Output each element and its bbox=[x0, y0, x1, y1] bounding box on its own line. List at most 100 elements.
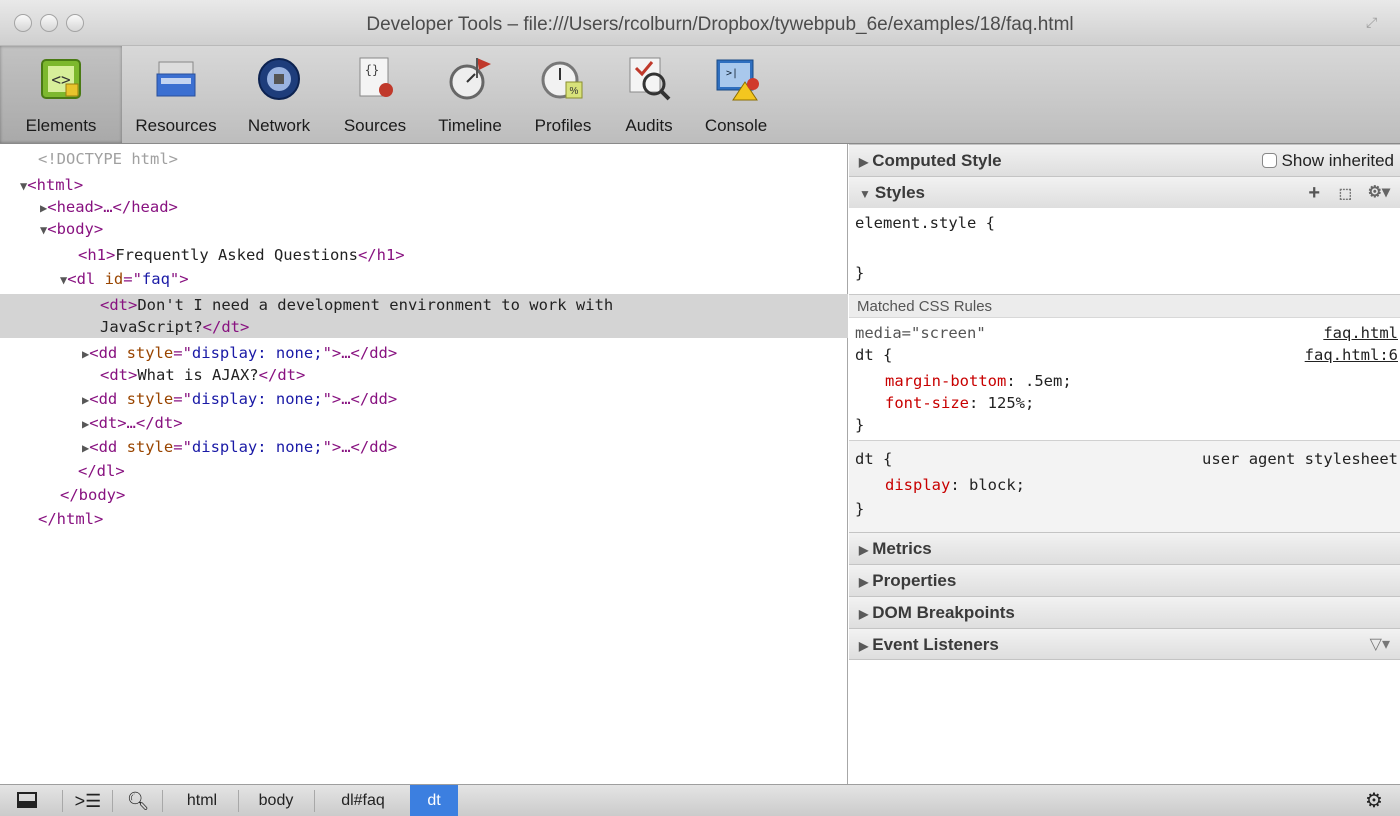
tab-console[interactable]: >| Console bbox=[692, 46, 780, 143]
sources-icon: {} bbox=[359, 57, 393, 97]
css-property-value: : .5em; bbox=[1006, 372, 1072, 390]
toggle-element-state-icon[interactable]: ⬚ bbox=[1339, 177, 1352, 209]
node-text: JavaScript? bbox=[100, 318, 203, 336]
node-tag: <dt> bbox=[100, 366, 138, 384]
node-text: What is AJAX? bbox=[137, 366, 259, 384]
settings-gear-icon[interactable]: ⚙▾ bbox=[1368, 177, 1390, 209]
attr-name: style bbox=[126, 344, 174, 362]
element-style-selector[interactable]: element.style { bbox=[855, 212, 995, 234]
breadcrumb-dt[interactable]: dt bbox=[410, 785, 458, 816]
node-tag: "> bbox=[169, 270, 189, 288]
element-style-close: } bbox=[855, 264, 865, 282]
node-tag: </body> bbox=[60, 486, 126, 504]
css-property-name: margin-bottom bbox=[885, 372, 1007, 390]
dom-node-head[interactable]: ▶<head>…</head> bbox=[40, 196, 178, 218]
breadcrumb-body[interactable]: body bbox=[240, 785, 312, 816]
node-tag: </dt> bbox=[202, 318, 250, 336]
dom-tree-panel[interactable]: <!DOCTYPE html> ▼<html> ▶<head>…</head> … bbox=[0, 144, 848, 784]
breadcrumb-dl-faq[interactable]: dl#faq bbox=[318, 785, 408, 816]
attr-name: style bbox=[126, 390, 174, 408]
tab-network[interactable]: Network bbox=[232, 46, 326, 143]
rule-close-brace: } bbox=[855, 500, 865, 518]
svg-text:%: % bbox=[570, 86, 579, 97]
rule-property-line[interactable]: margin-bottom: .5em; bbox=[885, 370, 1072, 392]
tab-sources-label: Sources bbox=[343, 116, 407, 135]
rule-source-link[interactable]: faq.html bbox=[1323, 322, 1398, 344]
tab-console-label: Console bbox=[704, 116, 768, 135]
tab-timeline-label: Timeline bbox=[438, 116, 502, 135]
dom-node-dd[interactable]: ▶<dd style="display: none;">…</dd> bbox=[82, 342, 397, 364]
dom-node-body[interactable]: ▼<body> bbox=[40, 218, 103, 240]
node-tag: <dl bbox=[67, 270, 105, 288]
rule-selector[interactable]: dt { bbox=[855, 344, 892, 366]
rule-close-brace: } bbox=[855, 416, 865, 434]
node-tag: <dd bbox=[89, 344, 127, 362]
console-drawer-icon: >☰ bbox=[74, 791, 102, 811]
tab-resources[interactable]: Resources bbox=[124, 46, 228, 143]
tab-sources[interactable]: {} Sources bbox=[330, 46, 420, 143]
dom-node-h1[interactable]: <h1>Frequently Asked Questions</h1> bbox=[78, 244, 405, 266]
tab-audits[interactable]: Audits bbox=[610, 46, 688, 143]
add-rule-icon[interactable]: + bbox=[1308, 177, 1320, 209]
dom-close-html[interactable]: </html> bbox=[38, 508, 103, 530]
dom-node-dt[interactable]: <dt>What is AJAX?</dt> bbox=[100, 364, 305, 386]
filter-icon[interactable]: ▽▾ bbox=[1370, 629, 1390, 661]
attr-eq: =" bbox=[173, 438, 192, 456]
collapse-triangle-icon: ▶ bbox=[859, 543, 869, 557]
window-title: Developer Tools – file:///Users/rcolburn… bbox=[366, 14, 1074, 35]
dock-toggle-button[interactable] bbox=[8, 785, 48, 816]
rule-source-label: user agent stylesheet bbox=[1202, 450, 1398, 468]
svg-text:{}: {} bbox=[365, 63, 379, 77]
node-tag: <dt>…</dt> bbox=[89, 414, 183, 432]
breadcrumb-html[interactable]: html bbox=[166, 785, 238, 816]
attr-value: display: none; bbox=[191, 390, 323, 408]
node-tag: <dd bbox=[89, 390, 127, 408]
tab-timeline[interactable]: Timeline bbox=[424, 46, 516, 143]
node-tag: <html> bbox=[27, 176, 84, 194]
status-bar: >☰ 🔍︎ html body dl#faq dt ⚙ bbox=[0, 784, 1400, 816]
metrics-header[interactable]: ▶ Metrics bbox=[849, 532, 1400, 564]
timeline-icon bbox=[449, 58, 491, 100]
rule-media-query: media="screen" bbox=[855, 324, 986, 342]
console-drawer-button[interactable]: >☰ bbox=[68, 785, 108, 816]
separator bbox=[238, 790, 239, 812]
dom-node-dd[interactable]: ▶<dd style="display: none;">…</dd> bbox=[82, 388, 397, 410]
attr-name: style bbox=[126, 438, 174, 456]
dom-node-dt[interactable]: ▶<dt>…</dt> bbox=[82, 412, 183, 434]
node-tag: <dd bbox=[89, 438, 127, 456]
settings-button[interactable]: ⚙ bbox=[1356, 785, 1392, 816]
console-icon: >| bbox=[716, 59, 759, 101]
collapse-triangle-icon: ▶ bbox=[859, 607, 869, 621]
tab-profiles[interactable]: % Profiles bbox=[520, 46, 606, 143]
node-tag: <body> bbox=[47, 220, 104, 238]
section-title: Properties bbox=[872, 571, 957, 590]
dom-node-dd[interactable]: ▶<dd style="display: none;">…</dd> bbox=[82, 436, 397, 458]
dom-node-html[interactable]: ▼<html> bbox=[20, 174, 83, 196]
search-button[interactable]: 🔍︎ bbox=[118, 785, 158, 816]
styles-header[interactable]: ▼ Styles + ⬚ ⚙▾ bbox=[849, 176, 1400, 208]
properties-header[interactable]: ▶ Properties bbox=[849, 564, 1400, 596]
show-inherited-option[interactable]: Show inherited bbox=[1261, 145, 1394, 177]
doctype-line[interactable]: <!DOCTYPE html> bbox=[38, 148, 178, 170]
rule-source-link[interactable]: faq.html:6 bbox=[1305, 344, 1398, 366]
dom-close-dl[interactable]: </dl> bbox=[78, 460, 125, 482]
collapse-triangle-icon: ▶ bbox=[859, 639, 869, 653]
tab-elements[interactable]: <> Elements bbox=[0, 46, 122, 143]
node-text: Don't I need a development environment t… bbox=[137, 296, 614, 314]
rule-property-line[interactable]: font-size: 125%; bbox=[885, 392, 1034, 414]
dom-node-dt-line2: JavaScript?</dt> bbox=[100, 316, 249, 338]
node-tag: </dt> bbox=[258, 366, 306, 384]
dom-breakpoints-header[interactable]: ▶ DOM Breakpoints bbox=[849, 596, 1400, 628]
event-listeners-header[interactable]: ▶ Event Listeners ▽▾ bbox=[849, 628, 1400, 660]
dom-node-dl[interactable]: ▼<dl id="faq"> bbox=[60, 268, 189, 290]
elements-icon: <> bbox=[41, 59, 81, 99]
node-tag: <h1> bbox=[78, 246, 116, 264]
title-bar: Developer Tools – file:///Users/rcolburn… bbox=[0, 0, 1400, 46]
dom-close-body[interactable]: </body> bbox=[60, 484, 125, 506]
attr-value: display: none; bbox=[191, 438, 323, 456]
computed-style-header[interactable]: ▶ Computed Style Show inherited bbox=[849, 144, 1400, 176]
show-inherited-checkbox[interactable] bbox=[1261, 153, 1277, 168]
resources-icon bbox=[156, 61, 196, 97]
fullscreen-icon[interactable]: ⤢ bbox=[1366, 14, 1382, 30]
network-icon bbox=[258, 58, 300, 100]
